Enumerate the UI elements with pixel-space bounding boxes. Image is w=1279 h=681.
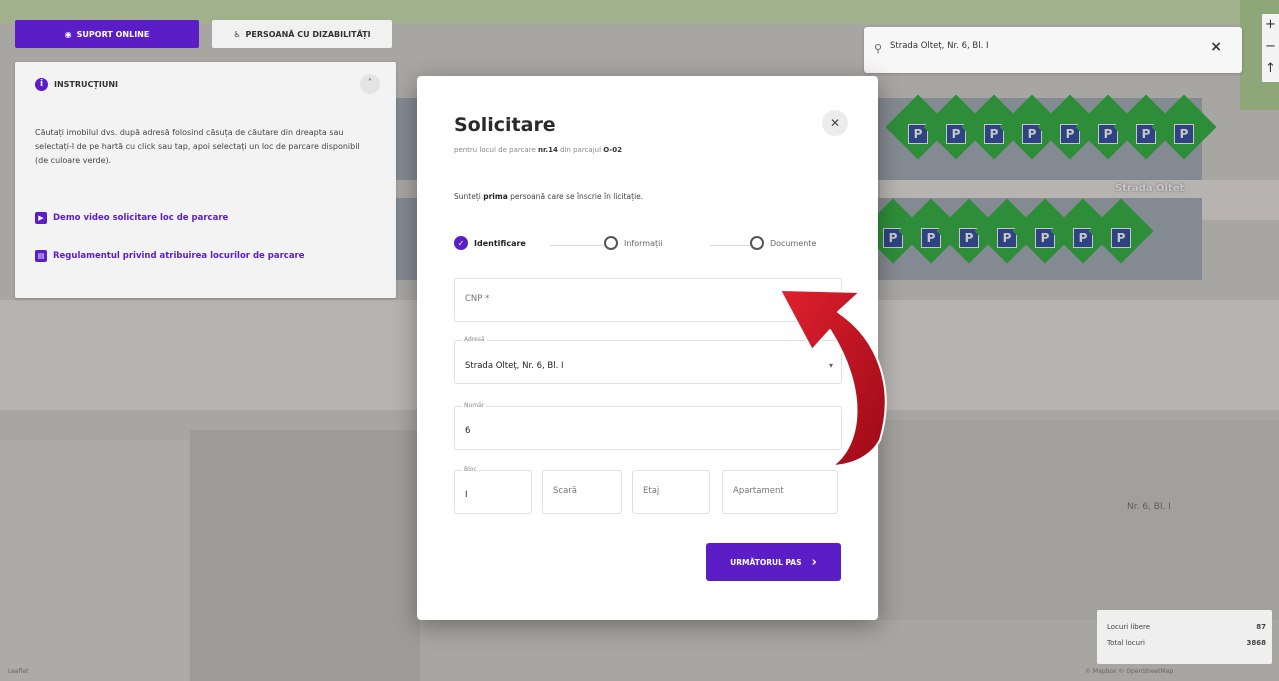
next-step-button[interactable]: URMĂTORUL PAS ›	[706, 543, 841, 581]
close-icon: ✕	[829, 116, 841, 130]
first-note-suffix: persoană care se înscrie în licitație.	[507, 192, 644, 201]
form-stepper: ✓ Identificare Informații Documente	[454, 236, 842, 256]
info-icon: i	[35, 78, 48, 91]
first-note-bold: prima	[483, 192, 508, 201]
number-label: Număr	[462, 402, 487, 409]
annotation-arrow	[779, 289, 887, 467]
address-label-text: Adresă	[462, 336, 487, 343]
step-documents: Documente	[750, 236, 821, 250]
instructions-panel: i INSTRUCȚIUNI ˄ Căutați imobilul dvs. d…	[15, 62, 396, 298]
floor-input[interactable]	[643, 486, 701, 496]
free-spots-label: Locuri libere	[1107, 623, 1151, 631]
instructions-text: Căutați imobilul dvs. după adresă folosi…	[35, 128, 360, 165]
subtitle-prefix: pentru locul de parcare	[454, 146, 538, 154]
empty-circle-icon	[604, 236, 618, 250]
instructions-header: i INSTRUCȚIUNI	[35, 78, 118, 91]
collapse-button[interactable]: ˄	[360, 74, 380, 94]
block-label: Bloc	[462, 466, 479, 473]
accessibility-icon: ♿	[233, 29, 241, 39]
total-spots-label: Total locuri	[1107, 639, 1145, 647]
document-icon: ▤	[35, 250, 47, 262]
empty-circle-icon	[750, 236, 764, 250]
step-label: Documente	[770, 238, 817, 248]
chevron-up-icon: ˄	[367, 78, 373, 89]
check-icon: ✓	[454, 236, 468, 250]
disability-label: PERSOANĂ CU DIZABILITĂȚI	[245, 29, 371, 39]
step-identification: ✓ Identificare	[454, 236, 530, 250]
next-step-label: URMĂTORUL PAS	[730, 557, 802, 567]
stair-field[interactable]	[542, 470, 622, 514]
block-input[interactable]	[465, 490, 520, 500]
spot-number: nr.14	[537, 146, 558, 154]
regulation-link[interactable]: ▤ Regulamentul privind atribuirea locuri…	[35, 250, 305, 262]
close-button[interactable]: ✕	[822, 110, 848, 136]
zoom-in-button[interactable]: +	[1262, 14, 1279, 36]
total-spots-row: Total locuri 3868	[1107, 639, 1266, 647]
stair-input[interactable]	[553, 486, 613, 496]
subtitle-middle: din parcajul	[557, 146, 604, 154]
free-spots-row: Locuri libere 87	[1107, 623, 1266, 631]
support-online-button[interactable]: ◉ SUPORT ONLINE	[15, 20, 199, 48]
lot-code: O-02	[603, 146, 622, 154]
regulation-label: Regulamentul privind atribuirea locurilo…	[53, 251, 305, 261]
parking-stats-box: Locuri libere 87 Total locuri 3868	[1097, 610, 1272, 664]
map-attribution[interactable]: © Mapbox © OpenStreetMap	[1085, 668, 1173, 675]
address-search-box: ⚲ ×	[864, 27, 1242, 73]
support-online-label: SUPORT ONLINE	[76, 29, 150, 39]
chevron-right-icon: ›	[811, 554, 817, 570]
support-icon: ◉	[64, 29, 72, 39]
step-label: Identificare	[474, 238, 526, 248]
arrow-shape	[779, 289, 887, 467]
free-spots-value: 87	[1256, 623, 1266, 631]
step-information: Informații	[604, 236, 667, 250]
modal-title: Solicitare	[454, 114, 556, 136]
reset-north-button[interactable]: ↑	[1262, 58, 1279, 80]
leaflet-attribution[interactable]: Leaflet	[8, 668, 28, 675]
first-note-prefix: Sunteți	[454, 192, 484, 201]
first-bidder-note: Sunteți prima persoană care se înscrie î…	[454, 192, 643, 201]
video-icon: ▶	[35, 212, 47, 224]
search-icon: ⚲	[874, 42, 883, 55]
search-input[interactable]	[890, 41, 1190, 51]
total-spots-value: 3868	[1246, 639, 1266, 647]
demo-video-label: Demo video solicitare loc de parcare	[53, 213, 229, 223]
disability-button[interactable]: ♿ PERSOANĂ CU DIZABILITĂȚI	[212, 20, 392, 48]
step-label: Informații	[624, 238, 663, 248]
block-field[interactable]: Bloc	[454, 466, 532, 514]
floor-field[interactable]	[632, 470, 710, 514]
zoom-out-button[interactable]: −	[1262, 36, 1279, 58]
instructions-title: INSTRUCȚIUNI	[54, 80, 119, 89]
clear-search-icon[interactable]: ×	[1210, 39, 1222, 55]
demo-video-link[interactable]: ▶ Demo video solicitare loc de parcare	[35, 212, 228, 224]
modal-subtitle: pentru locul de parcare nr.14 din parcaj…	[454, 146, 622, 154]
apartment-input[interactable]	[733, 486, 829, 496]
zoom-controls: + − ↑	[1262, 14, 1279, 82]
